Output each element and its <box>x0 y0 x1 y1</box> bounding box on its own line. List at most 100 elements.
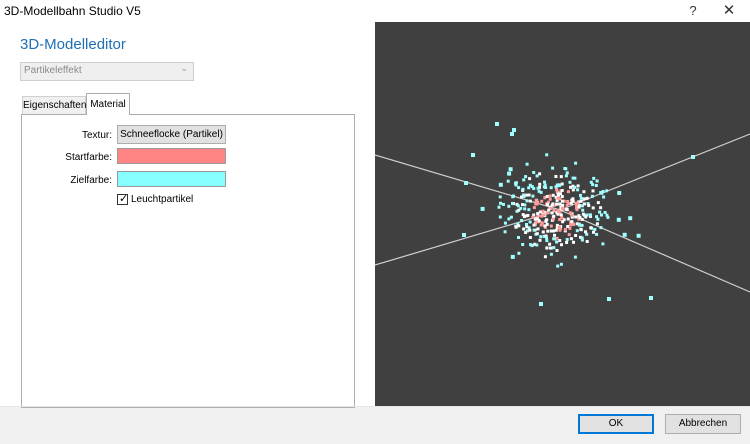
particle <box>532 223 536 227</box>
particle <box>538 182 542 186</box>
particle <box>528 228 532 232</box>
check-icon: ✓ <box>119 193 129 205</box>
cancel-button[interactable]: Abbrechen <box>665 414 741 434</box>
particle <box>546 229 550 233</box>
particle <box>576 184 580 188</box>
particle <box>507 204 511 208</box>
particle <box>564 167 568 171</box>
texture-label: Textur: <box>81 130 112 141</box>
particle <box>510 132 514 136</box>
particle <box>595 215 599 219</box>
3d-viewport[interactable] <box>375 22 750 406</box>
particle <box>517 186 521 190</box>
particle <box>605 189 609 193</box>
particle <box>517 251 521 255</box>
particle <box>524 175 528 179</box>
particle <box>560 243 563 247</box>
particle <box>531 194 535 198</box>
particle <box>508 167 513 172</box>
particle <box>592 176 596 180</box>
particle <box>573 255 577 259</box>
particle <box>566 225 570 228</box>
model-type-combo[interactable]: Partikeleffekt ⌄ <box>20 62 194 81</box>
particle <box>559 262 563 266</box>
particle <box>538 238 542 242</box>
particle <box>507 217 511 221</box>
particle <box>592 230 595 234</box>
particle <box>530 244 534 248</box>
particle <box>579 193 582 197</box>
particle <box>553 237 557 241</box>
particle <box>590 194 594 198</box>
tab-eigenschaften[interactable]: Eigenschaften <box>22 96 86 114</box>
particle <box>545 239 549 243</box>
particle <box>480 206 485 211</box>
particle <box>527 208 531 212</box>
tab-material[interactable]: Material <box>86 93 130 115</box>
particle <box>539 302 543 306</box>
particle <box>528 236 532 239</box>
particle <box>555 189 559 193</box>
particle <box>560 206 564 210</box>
particle <box>517 224 521 228</box>
particle <box>520 195 523 199</box>
particle <box>523 203 527 207</box>
page-title: 3D-Modelleditor <box>20 36 126 53</box>
particle <box>527 186 531 190</box>
start-color-label: Startfarbe: <box>65 152 112 163</box>
particle <box>557 183 561 187</box>
particle <box>580 223 584 227</box>
particle <box>574 234 578 237</box>
ok-button[interactable]: OK <box>578 414 654 434</box>
chevron-down-icon: ⌄ <box>180 63 188 73</box>
particle <box>580 236 584 240</box>
particle <box>601 190 605 193</box>
particle <box>568 211 572 215</box>
particle <box>549 224 553 228</box>
particle <box>503 221 507 225</box>
particle <box>555 202 559 206</box>
particle <box>570 220 574 224</box>
help-icon[interactable]: ? <box>678 1 708 21</box>
particle <box>536 212 540 216</box>
close-icon[interactable]: ✕ <box>714 1 744 21</box>
glow-checkbox[interactable]: ✓ <box>117 193 129 205</box>
particle <box>524 231 528 234</box>
particle <box>497 205 501 209</box>
particle <box>528 183 532 187</box>
particle <box>587 204 591 207</box>
particle <box>545 222 549 226</box>
particle <box>514 225 518 229</box>
editor-pane: 3D-Modelleditor Partikeleffekt ⌄ Eigensc… <box>0 22 375 408</box>
particle <box>532 206 536 210</box>
particle <box>579 199 583 203</box>
particle <box>536 227 540 231</box>
particle <box>582 202 586 206</box>
texture-button[interactable]: Schneeflocke (Partikel) <box>117 125 226 144</box>
particle <box>535 243 539 247</box>
particle <box>502 202 505 206</box>
particle-preview-canvas[interactable] <box>375 22 750 406</box>
end-color-swatch[interactable] <box>117 171 226 187</box>
start-color-swatch[interactable] <box>117 148 226 164</box>
particle <box>581 208 585 212</box>
particle <box>568 180 572 184</box>
particle <box>607 297 611 301</box>
particle <box>549 186 553 190</box>
particle <box>521 243 525 246</box>
particle <box>554 175 558 178</box>
particle <box>549 252 553 256</box>
particle <box>545 153 549 157</box>
particle <box>557 225 561 229</box>
particle <box>464 181 468 185</box>
particle <box>552 208 556 212</box>
particle <box>559 213 563 217</box>
particle <box>510 254 515 259</box>
particle <box>585 240 589 243</box>
particle <box>569 223 573 227</box>
particle <box>545 236 548 240</box>
particle <box>543 180 546 184</box>
particle <box>499 201 502 205</box>
particle <box>589 180 593 184</box>
particle <box>599 226 603 230</box>
